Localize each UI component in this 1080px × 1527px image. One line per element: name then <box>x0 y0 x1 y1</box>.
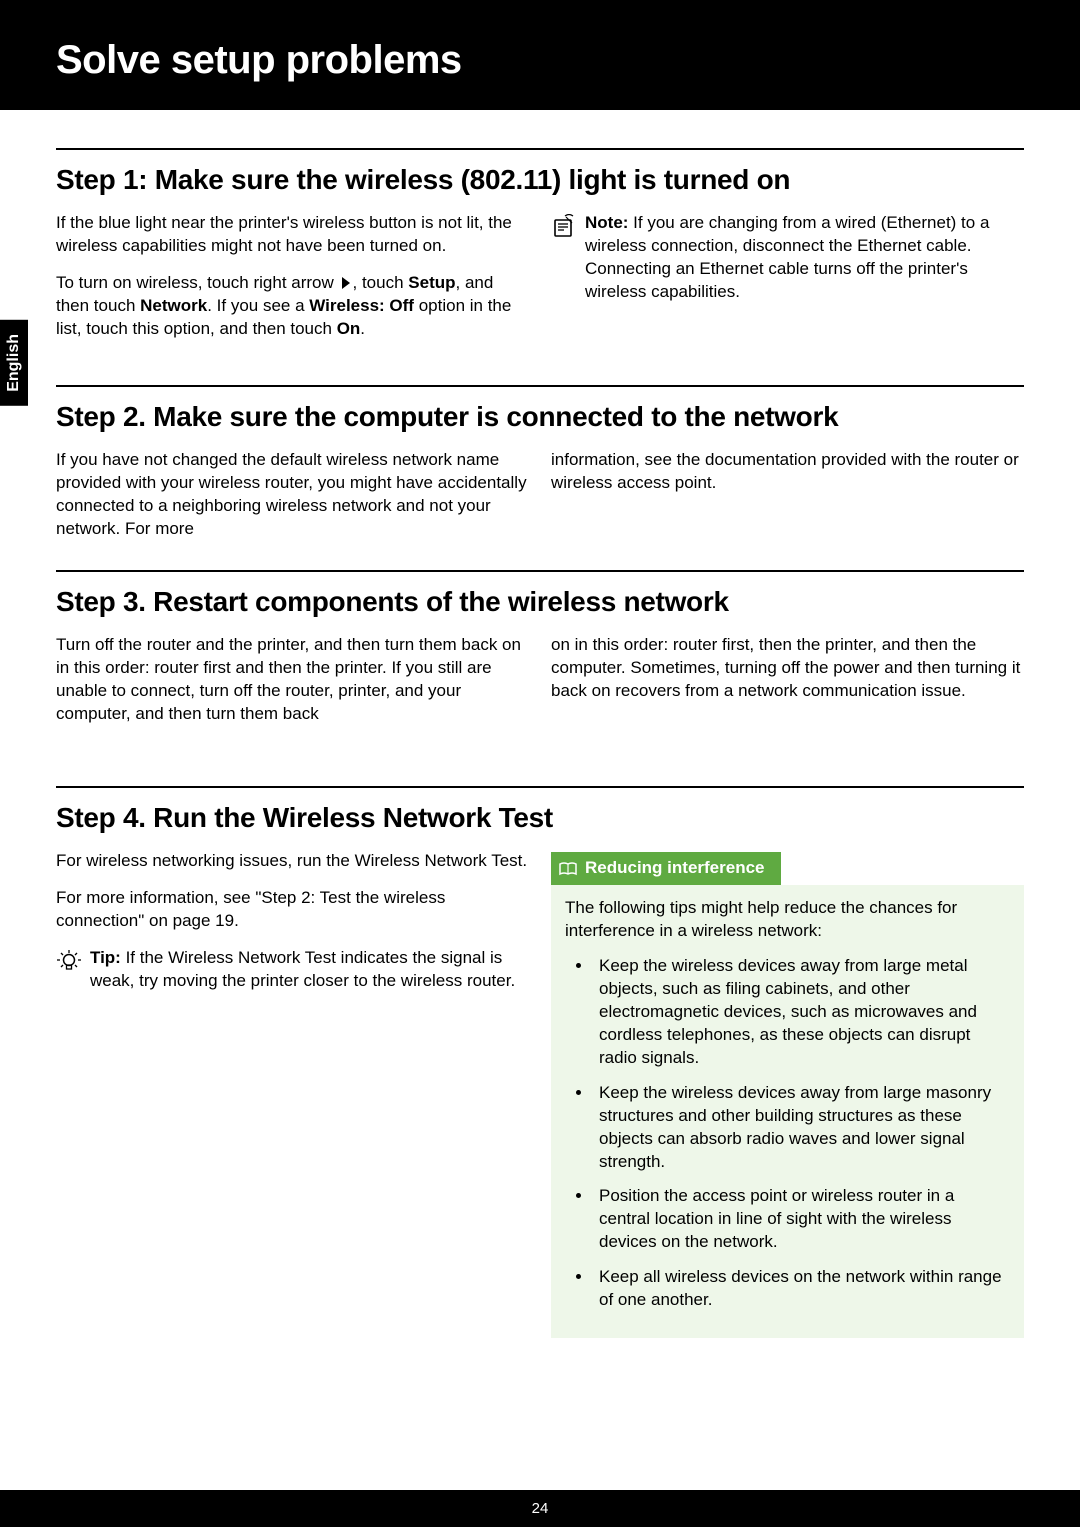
step3-heading: Step 3. Restart components of the wirele… <box>56 586 1024 618</box>
list-item: Keep all wireless devices on the network… <box>593 1266 1010 1312</box>
page-header: Solve setup problems <box>0 0 1080 110</box>
step3-left: Turn off the router and the printer, and… <box>56 634 529 726</box>
on-label: On <box>337 319 361 338</box>
list-item: Position the access point or wireless ro… <box>593 1185 1010 1254</box>
note-label: Note: <box>585 213 628 232</box>
tip-label: Tip: <box>90 948 121 967</box>
text: , touch <box>353 273 409 292</box>
note-text: Note: If you are changing from a wired (… <box>585 212 1024 304</box>
tip-text: Tip: If the Wireless Network Test indica… <box>90 947 529 993</box>
step3-body: Turn off the router and the printer, and… <box>56 634 1024 726</box>
tip-body: If the Wireless Network Test indicates t… <box>90 948 515 990</box>
interference-box: Reducing interference The following tips… <box>551 852 1024 1338</box>
step3-right: on in this order: router first, then the… <box>551 634 1024 726</box>
page-footer: 24 <box>0 1490 1080 1527</box>
step4-right: Reducing interference The following tips… <box>551 850 1024 1338</box>
step1-p2: To turn on wireless, touch right arrow ,… <box>56 272 529 341</box>
text: . If you see a <box>207 296 309 315</box>
network-label: Network <box>140 296 207 315</box>
step4-heading: Step 4. Run the Wireless Network Test <box>56 802 1024 834</box>
interference-header: Reducing interference <box>551 852 781 885</box>
step4-p2: For more information, see "Step 2: Test … <box>56 887 529 933</box>
step4-left: For wireless networking issues, run the … <box>56 850 529 1338</box>
step2-body: If you have not changed the default wire… <box>56 449 1024 541</box>
text: To turn on wireless, touch right arrow <box>56 273 339 292</box>
interference-list: Keep the wireless devices away from larg… <box>565 955 1010 1312</box>
divider <box>56 385 1024 387</box>
divider <box>56 570 1024 572</box>
page-number: 24 <box>532 1500 549 1517</box>
right-arrow-icon <box>339 276 353 290</box>
step2-heading: Step 2. Make sure the computer is connec… <box>56 401 1024 433</box>
step1-note: Note: If you are changing from a wired (… <box>551 212 1024 304</box>
step1-right: Note: If you are changing from a wired (… <box>551 212 1024 355</box>
interference-intro: The following tips might help reduce the… <box>565 897 1010 943</box>
step1-p1: If the blue light near the printer's wir… <box>56 212 529 258</box>
language-tab: English <box>0 320 28 406</box>
text: . <box>360 319 365 338</box>
step1-left: If the blue light near the printer's wir… <box>56 212 529 355</box>
wireless-off-label: Wireless: Off <box>309 296 414 315</box>
step1-heading: Step 1: Make sure the wireless (802.11) … <box>56 164 1024 196</box>
interference-title: Reducing interference <box>585 857 765 880</box>
divider <box>56 786 1024 788</box>
book-icon <box>559 862 577 876</box>
note-body: If you are changing from a wired (Ethern… <box>585 213 989 301</box>
divider <box>56 148 1024 150</box>
setup-label: Setup <box>408 273 455 292</box>
step1-body: If the blue light near the printer's wir… <box>56 212 1024 355</box>
list-item: Keep the wireless devices away from larg… <box>593 955 1010 1070</box>
step4-tip: Tip: If the Wireless Network Test indica… <box>56 947 529 993</box>
list-item: Keep the wireless devices away from larg… <box>593 1082 1010 1174</box>
step2-right: information, see the documentation provi… <box>551 449 1024 541</box>
page-title: Solve setup problems <box>56 38 1024 83</box>
page-content: Step 1: Make sure the wireless (802.11) … <box>0 110 1080 1338</box>
step4-p1: For wireless networking issues, run the … <box>56 850 529 873</box>
lightbulb-icon <box>56 949 82 975</box>
step4-body: For wireless networking issues, run the … <box>56 850 1024 1338</box>
step2-left: If you have not changed the default wire… <box>56 449 529 541</box>
note-icon <box>551 214 577 240</box>
interference-body: The following tips might help reduce the… <box>551 885 1024 1338</box>
